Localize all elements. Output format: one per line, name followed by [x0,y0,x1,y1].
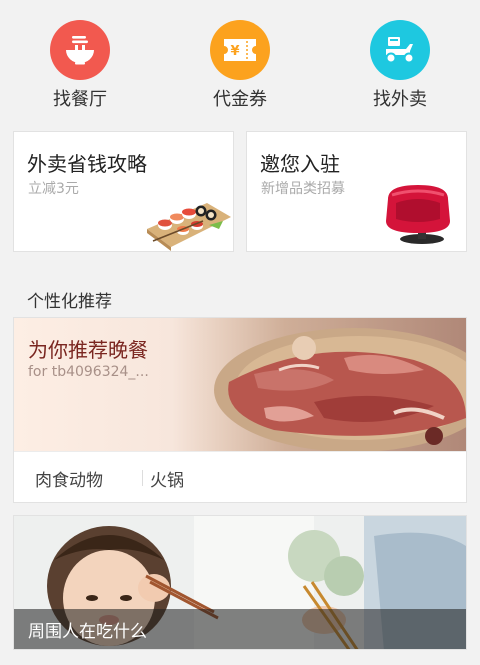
section-title: 个性化推荐 [27,292,112,312]
promo-card-merchant-join[interactable]: 邀您入驻 新增品类招募 [246,131,467,252]
promo-subtitle: 立减3元 [28,181,79,197]
people-caption-bar: 周围人在吃什么 [14,609,466,649]
recommend-tags: 肉食动物 火锅 [14,451,466,502]
tag-hotpot[interactable]: 火锅 [150,466,184,491]
category-label: 找餐厅 [53,89,107,110]
sushi-platter-icon [147,203,231,251]
category-find-restaurant[interactable]: 找餐厅 [20,20,140,112]
recommend-card[interactable]: 为你推荐晚餐 for tb4096324_... 肉食动物 火锅 [13,317,467,503]
app-screen: 找餐厅 ¥ 代金券 找外卖 外卖省钱攻略 立减3元 邀您入驻 新增品类招募 个性… [0,0,480,665]
category-find-delivery[interactable]: 找外卖 [340,20,460,112]
category-voucher[interactable]: ¥ 代金券 [180,20,300,112]
voucher-glyph: ¥ [230,44,239,59]
voucher-icon: ¥ [210,20,270,80]
recommend-subtitle: for tb4096324_... [28,364,149,380]
recommend-banner[interactable]: 为你推荐晚餐 for tb4096324_... [14,318,466,451]
noodle-bowl-icon [50,20,110,80]
people-caption: 周围人在吃什么 [28,622,147,642]
category-row: 找餐厅 ¥ 代金券 找外卖 [0,0,480,122]
category-label: 代金券 [213,89,267,110]
red-armchair-icon [386,185,450,244]
promo-title: 外卖省钱攻略 [27,152,147,176]
people-eating-card[interactable]: 周围人在吃什么 [13,515,467,650]
promo-subtitle: 新增品类招募 [261,181,345,197]
recommend-title: 为你推荐晚餐 [28,338,148,362]
category-label: 找外卖 [373,89,427,110]
promo-title: 邀您入驻 [260,152,340,176]
tag-divider [142,470,143,486]
promo-card-saving-tips[interactable]: 外卖省钱攻略 立减3元 [13,131,234,252]
delivery-scooter-icon [370,20,430,80]
tag-meat-lover[interactable]: 肉食动物 [35,466,103,491]
